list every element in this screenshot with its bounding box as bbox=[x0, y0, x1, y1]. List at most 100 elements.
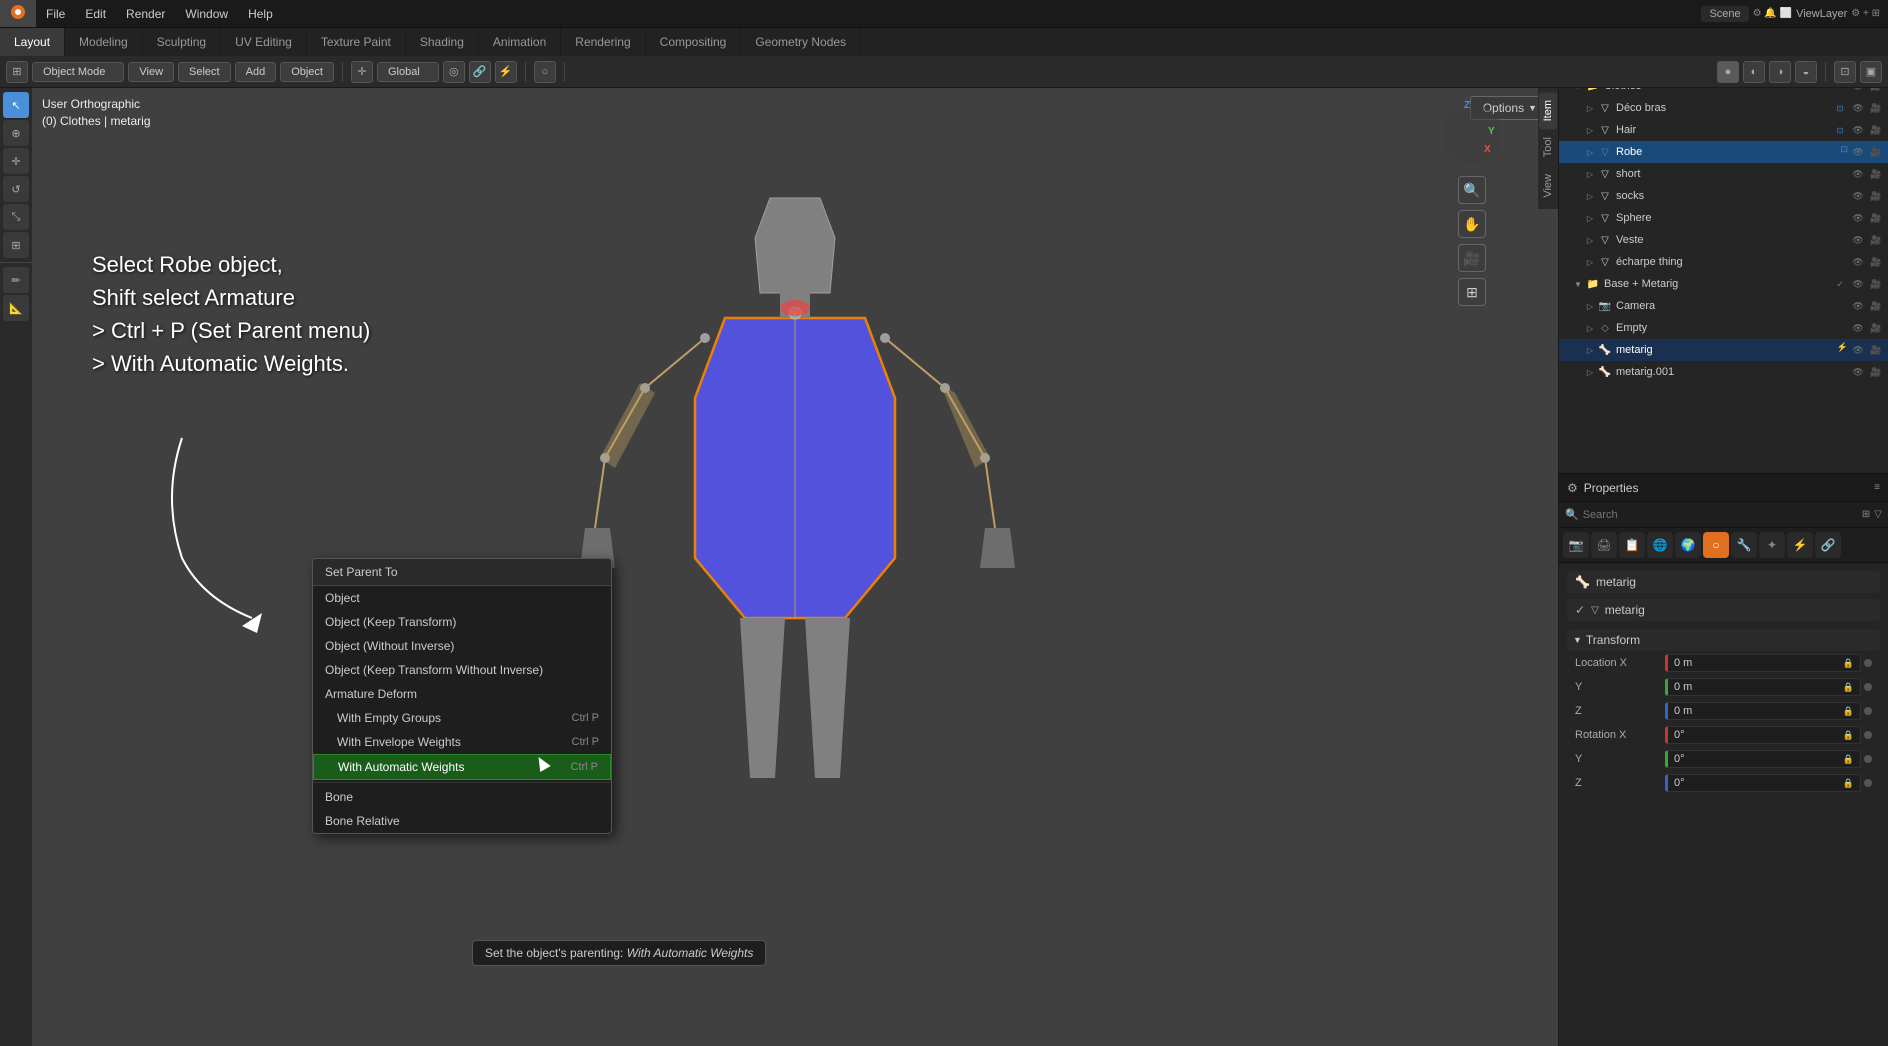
tab-sculpting[interactable]: Sculpting bbox=[143, 28, 221, 56]
socks-camera-btn[interactable]: 🎥 bbox=[1868, 188, 1884, 204]
ctx-object-keep-transform[interactable]: Object (Keep Transform) bbox=[313, 610, 611, 634]
metarig-001-eye-btn[interactable]: 👁 bbox=[1850, 364, 1866, 380]
location-y-value[interactable]: 0 m 🔒 bbox=[1665, 678, 1861, 696]
props-tab-world[interactable]: 🌍 bbox=[1675, 532, 1701, 558]
properties-options-btn[interactable]: ≡ bbox=[1874, 482, 1880, 493]
location-y-keyframe-dot[interactable] bbox=[1864, 683, 1872, 691]
grab-btn[interactable]: ✋ bbox=[1458, 210, 1486, 238]
tab-modeling[interactable]: Modeling bbox=[65, 28, 143, 56]
properties-search-input[interactable] bbox=[1583, 509, 1858, 521]
object-btn[interactable]: Object bbox=[280, 62, 334, 82]
short-item[interactable]: ▷ ▽ short 👁 🎥 bbox=[1559, 163, 1888, 185]
short-expand[interactable]: ▷ bbox=[1583, 167, 1597, 181]
empty-item[interactable]: ▷ ◇ Empty 👁 🎥 bbox=[1559, 317, 1888, 339]
pivot-icon[interactable]: ◎ bbox=[443, 61, 465, 83]
navigation-gizmo[interactable]: Z Y X bbox=[1436, 98, 1508, 170]
tab-texture-paint[interactable]: Texture Paint bbox=[307, 28, 406, 56]
proportional-icon[interactable]: ○ bbox=[534, 61, 556, 83]
base-metarig-eye[interactable]: 👁 bbox=[1850, 276, 1866, 292]
socks-item[interactable]: ▷ ▽ socks 👁 🎥 bbox=[1559, 185, 1888, 207]
metarig-001-item[interactable]: ▷ 🦴 metarig.001 👁 🎥 bbox=[1559, 361, 1888, 383]
hair-eye-btn[interactable]: 👁 bbox=[1850, 122, 1866, 138]
empty-eye-btn[interactable]: 👁 bbox=[1850, 320, 1866, 336]
props-tab-output[interactable]: 🖨 bbox=[1591, 532, 1617, 558]
location-x-value[interactable]: 0 m 🔒 bbox=[1665, 654, 1861, 672]
properties-expand-icon[interactable]: ⊞ bbox=[1862, 509, 1870, 520]
sphere-expand[interactable]: ▷ bbox=[1583, 211, 1597, 225]
ctx-with-empty-groups[interactable]: With Empty Groups Ctrl P bbox=[313, 706, 611, 730]
annotate-tool-icon[interactable]: ✏ bbox=[3, 267, 29, 293]
location-z-keyframe-dot[interactable] bbox=[1864, 707, 1872, 715]
short-eye-btn[interactable]: 👁 bbox=[1850, 166, 1866, 182]
camera-camera-btn[interactable]: 🎥 bbox=[1868, 298, 1884, 314]
edit-menu[interactable]: Edit bbox=[75, 3, 116, 25]
zoom-in-btn[interactable]: 🔍 bbox=[1458, 176, 1486, 204]
window-menu[interactable]: Window bbox=[175, 3, 238, 25]
viewport-shading-eevee[interactable]: ◒ bbox=[1795, 61, 1817, 83]
veste-camera-btn[interactable]: 🎥 bbox=[1868, 232, 1884, 248]
location-z-value[interactable]: 0 m 🔒 bbox=[1665, 702, 1861, 720]
socks-expand[interactable]: ▷ bbox=[1583, 189, 1597, 203]
veste-expand[interactable]: ▷ bbox=[1583, 233, 1597, 247]
tab-shading[interactable]: Shading bbox=[406, 28, 479, 56]
properties-extra-icon[interactable]: ▽ bbox=[1874, 509, 1882, 520]
panel-tab-item[interactable]: Item bbox=[1539, 92, 1557, 129]
ctx-object-without-inverse[interactable]: Object (Without Inverse) bbox=[313, 634, 611, 658]
rotation-x-value[interactable]: 0° 🔒 bbox=[1665, 726, 1861, 744]
props-tab-scene[interactable]: 🌐 bbox=[1647, 532, 1673, 558]
sphere-item[interactable]: ▷ ▽ Sphere 👁 🎥 bbox=[1559, 207, 1888, 229]
move-tool-icon[interactable]: ✛ bbox=[3, 148, 29, 174]
render-menu[interactable]: Render bbox=[116, 3, 175, 25]
deco-bras-expand[interactable]: ▷ bbox=[1583, 101, 1597, 115]
base-metarig-camera[interactable]: 🎥 bbox=[1868, 276, 1884, 292]
tab-geometry-nodes[interactable]: Geometry Nodes bbox=[741, 28, 861, 56]
ctx-with-automatic-weights[interactable]: With Automatic Weights Ctrl P bbox=[313, 754, 611, 780]
rotate-tool-icon[interactable]: ↺ bbox=[3, 176, 29, 202]
deco-bras-eye-btn[interactable]: 👁 bbox=[1850, 100, 1866, 116]
props-tab-modifier[interactable]: 🔧 bbox=[1731, 532, 1757, 558]
camera-expand[interactable]: ▷ bbox=[1583, 299, 1597, 313]
rotation-z-keyframe-dot[interactable] bbox=[1864, 779, 1872, 787]
transform-dropdown[interactable]: Global bbox=[377, 62, 439, 82]
hair-camera-btn[interactable]: 🎥 bbox=[1868, 122, 1884, 138]
props-tab-render[interactable]: 📷 bbox=[1563, 532, 1589, 558]
object-mode-dropdown[interactable]: Object Mode bbox=[32, 62, 124, 82]
grid-btn[interactable]: ⊞ bbox=[1458, 278, 1486, 306]
echarpe-expand[interactable]: ▷ bbox=[1583, 255, 1597, 269]
props-object-checkbox[interactable]: ▽ bbox=[1591, 605, 1599, 616]
scale-tool-icon[interactable]: ⤡ bbox=[3, 204, 29, 230]
tab-animation[interactable]: Animation bbox=[479, 28, 561, 56]
viewport-shading-rendered[interactable]: ◑ bbox=[1769, 61, 1791, 83]
tab-rendering[interactable]: Rendering bbox=[561, 28, 645, 56]
rotation-y-value[interactable]: 0° 🔒 bbox=[1665, 750, 1861, 768]
robe-item[interactable]: ▷ ▽ Robe ⊡ 👁 🎥 bbox=[1559, 141, 1888, 163]
location-y-lock[interactable]: 🔒 bbox=[1843, 682, 1854, 693]
xray-icon[interactable]: ▣ bbox=[1860, 61, 1882, 83]
view-btn[interactable]: View bbox=[128, 62, 174, 82]
empty-camera-btn[interactable]: 🎥 bbox=[1868, 320, 1884, 336]
select-tool-icon[interactable]: ↖ bbox=[3, 92, 29, 118]
overlay-icon[interactable]: ⊡ bbox=[1834, 61, 1856, 83]
tab-uv-editing[interactable]: UV Editing bbox=[221, 28, 307, 56]
base-metarig-collection-item[interactable]: ▼ 📁 Base + Metarig ✓ 👁 🎥 bbox=[1559, 273, 1888, 295]
ctx-object[interactable]: Object bbox=[313, 586, 611, 610]
help-menu[interactable]: Help bbox=[238, 3, 283, 25]
toolbar-icon-mode[interactable]: ⊞ bbox=[6, 61, 28, 83]
rotation-x-keyframe-dot[interactable] bbox=[1864, 731, 1872, 739]
location-x-keyframe-dot[interactable] bbox=[1864, 659, 1872, 667]
hair-item[interactable]: ▷ ▽ Hair ⊡ 👁 🎥 bbox=[1559, 119, 1888, 141]
snap-settings-icon[interactable]: ⚡ bbox=[495, 61, 517, 83]
veste-eye-btn[interactable]: 👁 bbox=[1850, 232, 1866, 248]
robe-expand[interactable]: ▷ bbox=[1583, 145, 1597, 159]
ctx-armature-deform[interactable]: Armature Deform bbox=[313, 682, 611, 706]
short-camera-btn[interactable]: 🎥 bbox=[1868, 166, 1884, 182]
sphere-eye-btn[interactable]: 👁 bbox=[1850, 210, 1866, 226]
rotation-z-lock[interactable]: 🔒 bbox=[1843, 778, 1854, 789]
props-tab-object[interactable]: ○ bbox=[1703, 532, 1729, 558]
echarpe-eye-btn[interactable]: 👁 bbox=[1850, 254, 1866, 270]
location-x-lock[interactable]: 🔒 bbox=[1843, 658, 1854, 669]
cursor-icon[interactable]: ✛ bbox=[351, 61, 373, 83]
robe-camera-btn[interactable]: 🎥 bbox=[1868, 144, 1884, 160]
socks-eye-btn[interactable]: 👁 bbox=[1850, 188, 1866, 204]
viewport-shading-material[interactable]: ◐ bbox=[1743, 61, 1765, 83]
